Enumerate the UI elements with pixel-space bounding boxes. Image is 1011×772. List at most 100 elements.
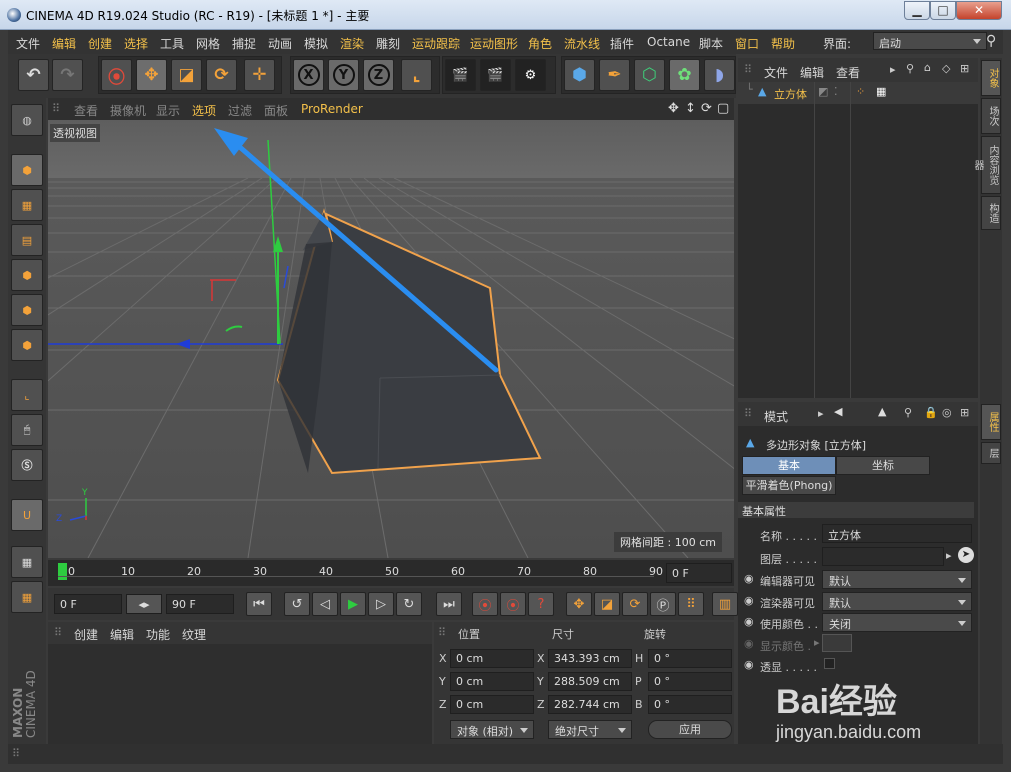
edges-mode-icon[interactable]: ⬢ — [11, 294, 43, 326]
lock-z-axis-button[interactable]: Z — [363, 59, 394, 91]
record-scale-icon[interactable]: ◪ — [594, 592, 620, 616]
viewport-menu-cameras[interactable]: 摄像机 — [110, 102, 146, 119]
texture-mode-icon[interactable]: ▦ — [11, 189, 43, 221]
target-icon[interactable]: ◎ — [942, 406, 952, 419]
position-y-field[interactable]: 0 cm — [450, 672, 534, 691]
polygons-mode-icon[interactable]: ⬢ — [11, 329, 43, 361]
current-frame-field[interactable]: 0 F — [666, 563, 732, 583]
cube-primitive-icon[interactable]: ⬢ — [564, 59, 595, 91]
grip-icon[interactable]: ⠿ — [744, 63, 752, 76]
viewport-zoom-icon[interactable]: ↕ — [685, 101, 696, 116]
menu-animate[interactable]: 动画 — [268, 35, 292, 52]
enable-toggle-icon[interactable]: ⁚ — [834, 85, 838, 98]
use-color-dropdown[interactable]: 关闭 — [822, 613, 972, 632]
layer-arrow-icon[interactable]: ▸ — [946, 549, 952, 562]
tab-content-browser[interactable]: 内容浏览器 — [972, 136, 1001, 194]
timeline-ruler[interactable]: 0 10 20 30 40 50 60 70 80 90 0 F — [48, 560, 734, 586]
select-live-icon[interactable]: ⦿ — [101, 59, 132, 91]
tab-layers[interactable]: 层 — [981, 442, 1001, 464]
tweak-mode-icon[interactable]: 🖱 — [11, 414, 43, 446]
filter-icon[interactable]: ◇ — [942, 62, 950, 75]
lock-icon[interactable]: 🔒 — [924, 406, 938, 419]
objects-menu-file[interactable]: 文件 — [764, 64, 788, 81]
redo-icon[interactable]: ↷ — [52, 59, 83, 91]
lock-y-axis-button[interactable]: Y — [328, 59, 359, 91]
move-icon[interactable]: ✥ — [136, 59, 167, 91]
record-position-icon[interactable]: ✥ — [566, 592, 592, 616]
menu-octane[interactable]: Octane — [647, 35, 690, 49]
close-button[interactable]: ✕ — [956, 1, 1002, 20]
material-menu-function[interactable]: 功能 — [146, 626, 170, 643]
rotation-b-field[interactable]: 0 ° — [648, 695, 732, 714]
radio-icon[interactable]: ◉ — [744, 594, 754, 607]
play-forward-icon[interactable]: ▶ — [340, 592, 366, 616]
lock-workplane-icon[interactable]: ▦ — [11, 546, 43, 578]
phong-tag-icon[interactable]: ⁘ — [856, 85, 865, 98]
rotation-h-field[interactable]: 0 ° — [648, 649, 732, 668]
cloner-icon[interactable]: ✿ — [669, 59, 700, 91]
objects-menu-edit[interactable]: 编辑 — [800, 64, 824, 81]
tab-basic[interactable]: 基本 — [742, 456, 836, 475]
size-mode-dropdown[interactable]: 绝对尺寸 — [548, 720, 632, 739]
render-settings-icon[interactable]: ⚙ — [515, 59, 546, 91]
uvw-tag-icon[interactable]: ▦ — [876, 85, 886, 98]
grip-icon[interactable]: ⠿ — [438, 626, 446, 639]
go-to-end-icon[interactable]: ⏭ — [436, 592, 462, 616]
search-icon[interactable]: ⚲ — [904, 406, 912, 419]
pen-spline-icon[interactable]: ✒ — [599, 59, 630, 91]
search-icon[interactable]: ⚲ — [986, 33, 996, 49]
menu-simulate[interactable]: 模拟 — [304, 35, 328, 52]
viewport-name[interactable]: 透视视图 — [50, 124, 100, 142]
new-window-icon[interactable]: ⊞ — [960, 406, 969, 419]
visibility-toggle-icon[interactable]: ◩ — [818, 85, 828, 98]
record-rotation-icon[interactable]: ⟳ — [622, 592, 648, 616]
menu-sculpt[interactable]: 雕刻 — [376, 35, 400, 52]
previous-frame-icon[interactable]: ◁ — [312, 592, 338, 616]
grip-icon[interactable]: ⠿ — [52, 102, 60, 115]
scale-icon[interactable]: ◪ — [171, 59, 202, 91]
record-parameter-icon[interactable]: Ⓟ — [650, 592, 676, 616]
rotation-p-field[interactable]: 0 ° — [648, 672, 732, 691]
menu-create[interactable]: 创建 — [88, 35, 112, 52]
menu-mograph[interactable]: 运动图形 — [470, 35, 518, 52]
make-editable-icon[interactable]: ◍ — [11, 104, 43, 136]
material-menu-edit[interactable]: 编辑 — [110, 626, 134, 643]
attributes-menu-mode[interactable]: 模式 — [764, 408, 788, 425]
menu-mesh[interactable]: 网格 — [196, 35, 220, 52]
last-tool-icon[interactable]: ✛ — [244, 59, 275, 91]
menu-script[interactable]: 脚本 — [699, 35, 723, 52]
minimize-button[interactable]: ▁ — [904, 1, 930, 20]
object-name-label[interactable]: 立方体 — [774, 86, 807, 102]
record-point-level-icon[interactable]: ⠿ — [678, 592, 704, 616]
menu-window[interactable]: 窗口 — [735, 35, 759, 52]
range-slider-icon[interactable]: ◂▸ — [126, 594, 162, 614]
grip-icon[interactable]: ⠿ — [12, 747, 20, 760]
subdivision-surface-icon[interactable]: ⬡ — [634, 59, 665, 91]
radio-icon[interactable]: ◉ — [744, 615, 754, 628]
viewport-menu-display[interactable]: 显示 — [156, 102, 180, 119]
tab-attributes[interactable]: 属性 — [981, 404, 1001, 440]
grip-icon[interactable]: ⠿ — [54, 626, 62, 639]
viewport-orbit-icon[interactable]: ⟳ — [701, 101, 712, 116]
tab-objects[interactable]: 对象 — [981, 60, 1001, 96]
size-z-field[interactable]: 282.744 cm — [548, 695, 632, 714]
end-frame-field[interactable]: 90 F — [166, 594, 234, 614]
position-z-field[interactable]: 0 cm — [450, 695, 534, 714]
maximize-button[interactable]: □ — [930, 1, 956, 20]
size-y-field[interactable]: 288.509 cm — [548, 672, 632, 691]
menu-motion-tracking[interactable]: 运动跟踪 — [412, 35, 460, 52]
render-to-picture-viewer-icon[interactable]: 🎬 — [480, 59, 511, 91]
coordinate-mode-dropdown[interactable]: 对象 (相对) — [450, 720, 534, 739]
up-arrow-icon[interactable]: ▲ — [878, 405, 886, 418]
tab-takes[interactable]: 场次 — [981, 98, 1001, 134]
snap-icon[interactable]: Ⓢ — [11, 449, 43, 481]
apply-button[interactable]: 应用 — [648, 720, 732, 739]
go-to-previous-key-icon[interactable]: ↺ — [284, 592, 310, 616]
tab-structure[interactable]: 构造 — [981, 196, 1001, 230]
tab-phong[interactable]: 平滑着色(Phong) — [742, 476, 836, 495]
menu-edit[interactable]: 编辑 — [52, 35, 76, 52]
planar-workplane-icon[interactable]: ▦ — [11, 581, 43, 613]
timeline-window-icon[interactable]: ▥ — [712, 592, 738, 616]
menu-help[interactable]: 帮助 — [771, 35, 795, 52]
layout-dropdown[interactable]: 启动 — [873, 32, 987, 50]
